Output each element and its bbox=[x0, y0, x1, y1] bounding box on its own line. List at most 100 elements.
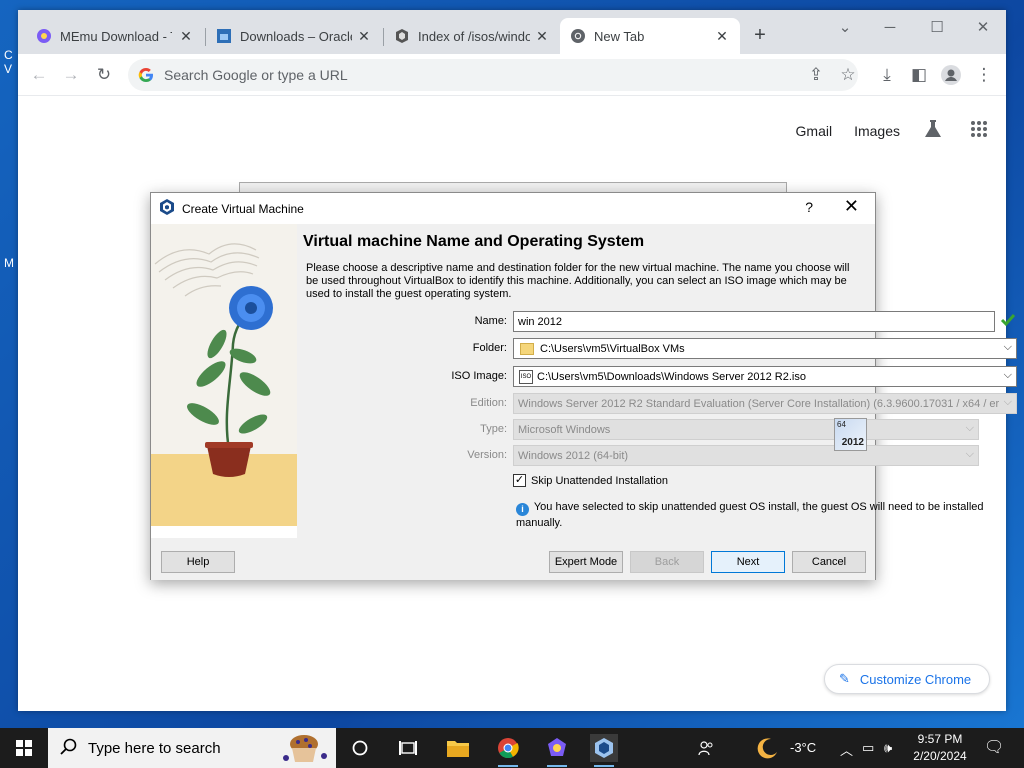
customize-label: Customize Chrome bbox=[859, 671, 972, 687]
type-label: Type: bbox=[480, 423, 507, 435]
moon-weather-icon[interactable] bbox=[756, 736, 780, 763]
disc-icon: ISO bbox=[519, 369, 533, 384]
plant-illustration bbox=[151, 224, 297, 526]
type-select[interactable]: Microsoft Windows ⌵ bbox=[513, 419, 979, 440]
images-link[interactable]: Images bbox=[854, 123, 900, 139]
customize-chrome-button[interactable]: ✎ Customize Chrome bbox=[824, 664, 990, 694]
ntp-header-links: Gmail Images bbox=[796, 118, 988, 143]
tab-title: New Tab bbox=[594, 28, 645, 44]
file-explorer-icon[interactable] bbox=[444, 734, 472, 762]
network-icon[interactable]: ▭ bbox=[862, 740, 874, 756]
tab-title: MEmu Download - Th bbox=[60, 28, 172, 44]
muffin-search-highlight-icon bbox=[278, 732, 330, 767]
help-button[interactable]: Help bbox=[161, 551, 235, 573]
start-button[interactable] bbox=[0, 728, 48, 768]
iso-image-select[interactable]: ISO C:\Users\vm5\Downloads\Windows Serve… bbox=[513, 366, 1017, 387]
dialog-body: Virtual machine Name and Operating Syste… bbox=[151, 224, 1017, 538]
address-bar[interactable] bbox=[128, 59, 858, 91]
new-tab-button[interactable]: + bbox=[748, 24, 772, 48]
tab-archive[interactable]: Index of /isos/windo ✕ bbox=[384, 18, 560, 54]
page-heading: Virtual machine Name and Operating Syste… bbox=[303, 233, 645, 250]
search-placeholder: Type here to search bbox=[88, 739, 221, 757]
back-icon[interactable]: ← bbox=[26, 62, 52, 88]
desktop-icon-label[interactable]: M bbox=[4, 256, 14, 270]
folder-value: C:\Users\vm5\VirtualBox VMs bbox=[540, 342, 685, 355]
edition-select[interactable]: Windows Server 2012 R2 Standard Evaluati… bbox=[513, 393, 1017, 414]
windows-2012-os-icon: 64 2012 bbox=[834, 418, 867, 451]
labs-flask-icon[interactable] bbox=[922, 118, 944, 143]
taskbar: Type here to search -3°C ︿ ▭ 🕪 9:57 PM 2… bbox=[0, 728, 1024, 768]
browser-toolbar: ← → ↻ ⇪ ☆ ⤓ ◧ ⋮ bbox=[18, 54, 1006, 96]
version-select[interactable]: Windows 2012 (64-bit) ⌵ bbox=[513, 445, 979, 466]
chevron-down-icon: ⌵ bbox=[965, 448, 974, 460]
checkbox-checked-icon[interactable]: ✓ bbox=[513, 474, 526, 487]
apps-grid-icon[interactable] bbox=[970, 120, 988, 141]
tab-memu[interactable]: MEmu Download - Th ✕ bbox=[26, 18, 204, 54]
bookmark-star-icon[interactable]: ☆ bbox=[835, 62, 861, 88]
info-icon: i bbox=[516, 503, 529, 516]
desktop-icon-label[interactable]: C bbox=[4, 48, 13, 62]
os-year-label: 2012 bbox=[841, 437, 864, 448]
create-vm-dialog: Create Virtual Machine ? ✕ Virtual machi… bbox=[150, 192, 1017, 580]
chevron-up-icon[interactable]: ︿ bbox=[840, 740, 853, 759]
memu-taskbar-icon[interactable] bbox=[543, 734, 571, 767]
menu-dots-icon[interactable]: ⋮ bbox=[971, 62, 997, 88]
chevron-down-icon[interactable]: ⌵ bbox=[1004, 341, 1012, 354]
folder-icon bbox=[520, 342, 534, 355]
share-icon[interactable]: ⇪ bbox=[803, 62, 829, 88]
people-icon[interactable] bbox=[698, 740, 714, 759]
clock-date: 2/20/2024 bbox=[913, 749, 967, 763]
skip-unattended-checkbox[interactable]: ✓ Skip Unattended Installation bbox=[513, 474, 668, 487]
close-tab-icon[interactable]: ✕ bbox=[714, 28, 730, 44]
download-icon[interactable]: ⤓ bbox=[874, 62, 900, 88]
clock[interactable]: 9:57 PM 2/20/2024 bbox=[906, 731, 974, 765]
skip-unattended-label[interactable]: Skip Unattended Installation bbox=[531, 475, 668, 487]
cancel-button[interactable]: Cancel bbox=[792, 551, 866, 573]
notifications-icon[interactable]: 🗨 bbox=[984, 737, 1004, 757]
close-tab-icon[interactable]: ✕ bbox=[356, 28, 372, 44]
folder-select[interactable]: C:\Users\vm5\VirtualBox VMs ⌵ bbox=[513, 338, 1017, 359]
pencil-icon: ✎ bbox=[839, 671, 850, 686]
reload-icon[interactable]: ↻ bbox=[91, 62, 117, 88]
name-label: Name: bbox=[474, 315, 507, 327]
dialog-title: Create Virtual Machine bbox=[182, 201, 304, 216]
forward-icon[interactable]: → bbox=[58, 62, 84, 88]
back-button[interactable]: Back bbox=[630, 551, 704, 573]
info-text: You have selected to skip unattended gue… bbox=[516, 501, 984, 529]
close-window-icon[interactable]: ✕ bbox=[971, 16, 995, 40]
chevron-down-icon[interactable]: ⌵ bbox=[1004, 369, 1012, 382]
task-view-icon[interactable] bbox=[394, 734, 422, 762]
side-panel-icon[interactable]: ◧ bbox=[906, 62, 932, 88]
name-field[interactable] bbox=[513, 311, 995, 332]
help-question-button[interactable]: ? bbox=[805, 199, 813, 215]
weather-temperature[interactable]: -3°C bbox=[790, 740, 816, 755]
dialog-titlebar: Create Virtual Machine ? ✕ bbox=[151, 193, 875, 224]
close-tab-icon[interactable]: ✕ bbox=[178, 28, 194, 44]
next-button[interactable]: Next bbox=[711, 551, 785, 573]
name-input[interactable] bbox=[518, 315, 994, 328]
address-input[interactable] bbox=[164, 67, 764, 83]
expert-mode-button[interactable]: Expert Mode bbox=[549, 551, 623, 573]
edition-value: Windows Server 2012 R2 Standard Evaluati… bbox=[518, 397, 1000, 410]
chrome-taskbar-icon[interactable] bbox=[494, 734, 522, 767]
virtualbox-taskbar-icon[interactable] bbox=[590, 734, 618, 767]
tab-oracle[interactable]: Downloads – Oracle V ✕ bbox=[206, 18, 382, 54]
volume-icon[interactable]: 🕪 bbox=[884, 740, 892, 756]
archive-icon bbox=[394, 28, 410, 44]
taskbar-search-box[interactable]: Type here to search bbox=[48, 728, 336, 768]
close-tab-icon[interactable]: ✕ bbox=[534, 28, 550, 44]
desktop-icon-label[interactable]: V bbox=[4, 62, 12, 76]
clock-time: 9:57 PM bbox=[917, 732, 963, 746]
minimize-icon[interactable]: ─ bbox=[878, 16, 902, 40]
profile-avatar-icon[interactable] bbox=[938, 62, 964, 88]
maximize-icon[interactable]: ☐ bbox=[925, 16, 949, 40]
close-dialog-icon[interactable]: ✕ bbox=[844, 196, 859, 217]
memu-icon bbox=[36, 28, 52, 44]
folder-label: Folder: bbox=[472, 342, 507, 354]
chevron-down-icon: ⌵ bbox=[965, 422, 974, 434]
cortana-icon[interactable] bbox=[346, 734, 374, 762]
tab-search-icon[interactable]: ⌄ bbox=[833, 16, 857, 40]
tab-new-tab[interactable]: New Tab ✕ bbox=[560, 18, 740, 54]
gmail-link[interactable]: Gmail bbox=[796, 123, 833, 139]
iso-label: ISO Image: bbox=[451, 370, 507, 382]
